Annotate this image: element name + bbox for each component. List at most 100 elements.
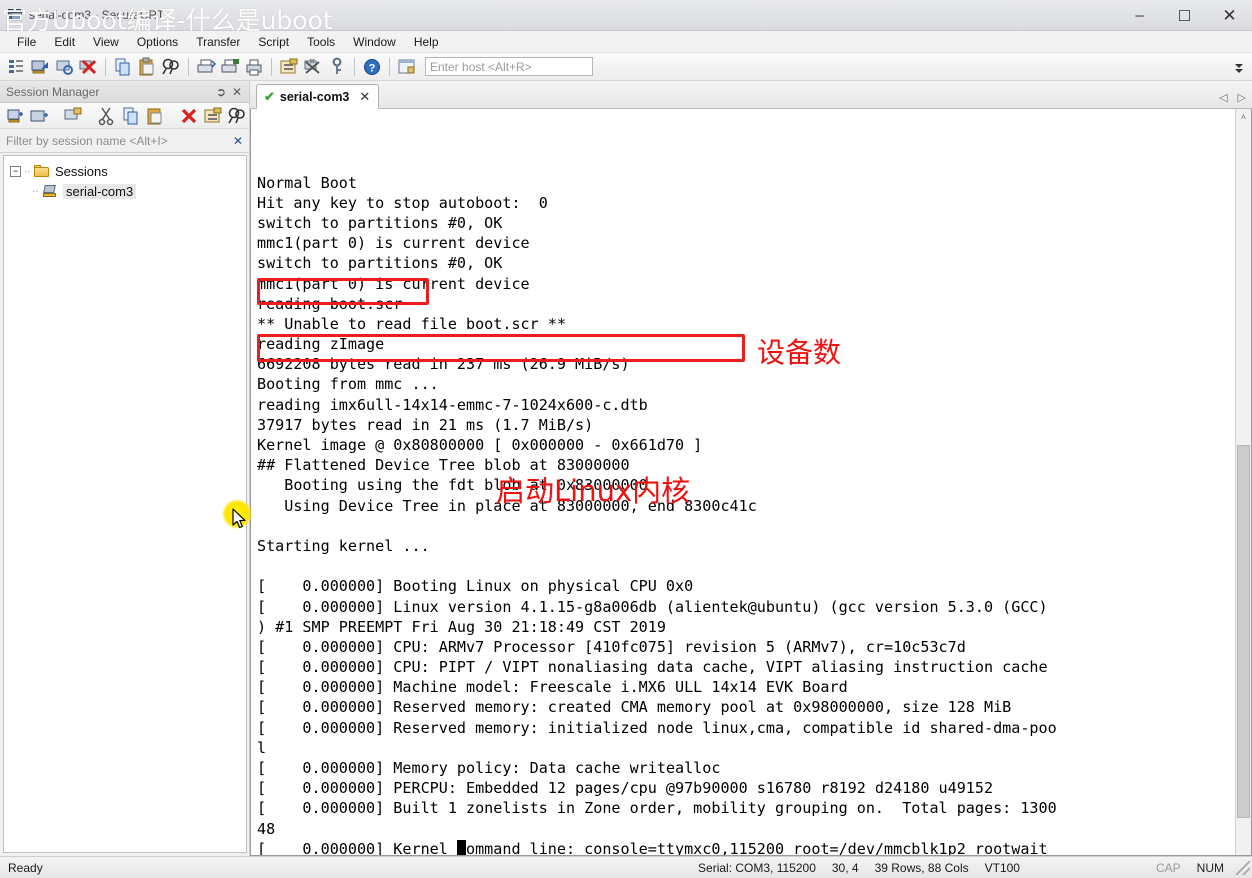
host-placeholder: Enter host <Alt+R>: [430, 59, 532, 74]
menu-file[interactable]: File: [8, 33, 45, 51]
menu-script[interactable]: Script: [249, 33, 298, 51]
window-controls: – ☐ ✕: [1117, 0, 1252, 31]
terminal-line: reading imx6ull-14x14-emmc-7-1024x600-c.…: [257, 395, 648, 414]
terminal-line: [ 0.000000] Linux version 4.1.15-g8a006d…: [257, 597, 1048, 616]
terminal-line: ) #1 SMP PREEMPT Fri Aug 30 21:18:49 CST…: [257, 617, 666, 636]
session-options-icon[interactable]: [278, 56, 300, 78]
status-emulation: VT100: [984, 860, 1020, 875]
terminal-scrollbar[interactable]: ˄: [1235, 109, 1251, 855]
tab-label: serial-com3: [279, 89, 350, 104]
find-icon[interactable]: [160, 56, 182, 78]
pin-icon[interactable]: ➲: [213, 85, 229, 99]
session-manager-icon[interactable]: [5, 56, 27, 78]
connect-sftp-icon[interactable]: [53, 56, 75, 78]
cut-icon[interactable]: [96, 105, 118, 127]
terminal-line: Using Device Tree in place at 83000000, …: [257, 496, 757, 515]
terminal-line: l: [257, 738, 267, 757]
new-folder-icon[interactable]: [28, 105, 50, 127]
print-screen-icon[interactable]: [219, 56, 241, 78]
connect-icon[interactable]: [29, 56, 51, 78]
toolbar-separator: [105, 57, 106, 76]
window-icon[interactable]: [396, 56, 418, 78]
menu-view[interactable]: View: [84, 33, 128, 51]
tab-close-icon[interactable]: ✕: [359, 89, 370, 105]
paste-icon[interactable]: [136, 56, 158, 78]
terminal-line: [ 0.000000] Built 1 zonelists in Zone or…: [257, 799, 1057, 818]
terminal-line: [ 0.000000] Booting Linux on physical CP…: [257, 577, 694, 596]
terminal-line: [ 0.000000] PERCPU: Embedded 12 pages/cp…: [257, 779, 994, 798]
menu-tools[interactable]: Tools: [298, 33, 344, 51]
terminal-line: [ 0.000000] Machine model: Freescale i.M…: [257, 678, 848, 697]
session-filter-clear-icon[interactable]: ✕: [233, 134, 243, 148]
terminal-output[interactable]: Normal Boot Hit any key to stop autoboot:…: [251, 109, 1235, 855]
tab-next-icon[interactable]: ▷: [1238, 91, 1246, 104]
terminal-line: reading boot.scr: [257, 294, 403, 313]
menu-help[interactable]: Help: [405, 33, 448, 51]
terminal-wrapper: Normal Boot Hit any key to stop autoboot:…: [250, 109, 1252, 856]
disconnect-all-icon[interactable]: [302, 56, 324, 78]
terminal-line: mmc1(part 0) is current device: [257, 234, 530, 253]
session-icon: [42, 184, 58, 198]
terminal-line: [ 0.000000] Reserved memory: created CMA…: [257, 698, 1012, 717]
menu-bar: File Edit View Options Transfer Script T…: [0, 31, 1252, 53]
menu-edit[interactable]: Edit: [45, 33, 84, 51]
tree-connector: ··: [32, 185, 39, 197]
close-button[interactable]: ✕: [1207, 0, 1252, 31]
new-session-icon[interactable]: [4, 105, 26, 127]
toolbar-separator: [354, 57, 355, 76]
terminal-line: reading zImage: [257, 335, 385, 354]
delete-icon[interactable]: [178, 105, 200, 127]
terminal-line: Hit any key to stop autoboot: 0: [257, 193, 548, 212]
folder-icon: [34, 164, 50, 178]
tree-node-serial-com3[interactable]: ·· serial-com3: [4, 181, 246, 201]
status-cap-indicator: CAP: [1155, 860, 1181, 875]
tree-node-sessions[interactable]: − ·· Sessions: [4, 161, 246, 181]
check-icon: ✔: [264, 88, 275, 104]
tree-label-serial-com3: serial-com3: [63, 183, 137, 199]
log-session-icon[interactable]: [195, 56, 217, 78]
status-num-indicator: NUM: [1196, 860, 1224, 875]
maximize-button[interactable]: ☐: [1162, 0, 1207, 31]
print-icon[interactable]: [243, 56, 265, 78]
scrollbar-thumb[interactable]: [1237, 445, 1250, 818]
menu-window[interactable]: Window: [344, 33, 405, 51]
find-session-icon[interactable]: [226, 105, 248, 127]
terminal-line: 37917 bytes read in 21 ms (1.7 MiB/s): [257, 415, 594, 434]
session-manager-panel: Session Manager ➲ ✕ Filter by session na…: [0, 81, 267, 856]
copy-icon[interactable]: [112, 56, 134, 78]
session-manager-header: Session Manager ➲ ✕: [0, 81, 249, 103]
terminal-line: 6692208 bytes read in 237 ms (26.9 MiB/s…: [257, 355, 630, 374]
tab-bar: ✔ serial-com3 ✕ ◁ ▷: [250, 81, 1252, 109]
session-filter[interactable]: Filter by session name <Alt+I> ✕: [0, 129, 249, 153]
properties-icon[interactable]: [202, 105, 224, 127]
tab-serial-com3[interactable]: ✔ serial-com3 ✕: [256, 84, 380, 109]
tab-prev-icon[interactable]: ◁: [1219, 91, 1227, 104]
terminal-area: ✔ serial-com3 ✕ ◁ ▷ Normal Boot Hit any k…: [250, 81, 1252, 856]
copy-icon[interactable]: [120, 105, 142, 127]
menu-transfer[interactable]: Transfer: [187, 33, 249, 51]
connect-session-icon[interactable]: [62, 105, 84, 127]
toolbar-overflow-icon[interactable]: [1232, 60, 1246, 74]
expander-icon[interactable]: −: [10, 165, 21, 177]
session-manager-toolbar: [0, 103, 267, 129]
terminal-line: [ 0.000000] CPU: ARMv7 Processor [410fc0…: [257, 637, 966, 656]
session-filter-placeholder: Filter by session name <Alt+I>: [6, 133, 168, 148]
terminal-line: [ 0.000000] CPU: PIPT / VIPT nonaliasing…: [257, 658, 1048, 677]
resize-grip[interactable]: [1236, 860, 1250, 875]
terminal-line: [ 0.000000] Kernel command line: console…: [257, 839, 1057, 855]
session-manager-close-icon[interactable]: ✕: [229, 85, 245, 99]
terminal-line: ## Flattened Device Tree blob at 8300000…: [257, 456, 630, 475]
terminal-line: Normal Boot: [257, 173, 357, 192]
help-icon[interactable]: ?: [361, 56, 383, 78]
paste-icon[interactable]: [144, 105, 166, 127]
scroll-up-icon[interactable]: ˄: [1241, 109, 1246, 125]
menu-options[interactable]: Options: [128, 33, 187, 51]
key-icon[interactable]: [326, 56, 348, 78]
minimize-button[interactable]: –: [1117, 0, 1162, 31]
host-input[interactable]: Enter host <Alt+R>: [425, 57, 593, 76]
status-ready: Ready: [8, 860, 43, 875]
disconnect-icon[interactable]: [77, 56, 99, 78]
status-serial: Serial: COM3, 115200: [698, 860, 816, 875]
terminal-line: switch to partitions #0, OK: [257, 213, 503, 232]
